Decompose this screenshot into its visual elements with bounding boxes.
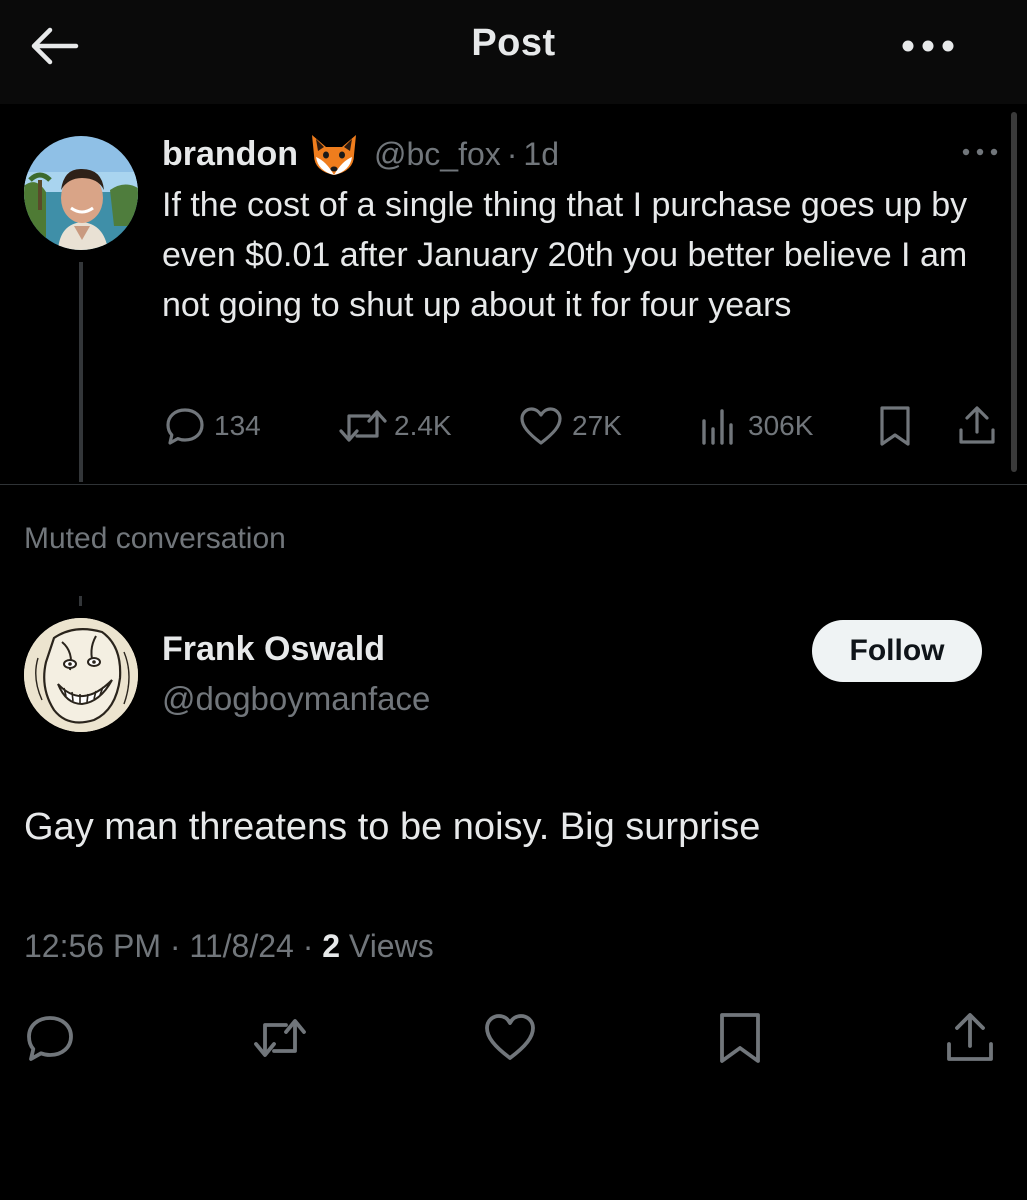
author-name[interactable]: brandon bbox=[162, 135, 298, 174]
share-button[interactable] bbox=[956, 400, 998, 452]
separator-dot: · bbox=[506, 135, 518, 172]
bookmark-icon bbox=[880, 406, 910, 446]
tweet-text: If the cost of a single thing that I pur… bbox=[162, 186, 968, 324]
tweet-actions bbox=[0, 1010, 1027, 1066]
like-button[interactable] bbox=[482, 1010, 538, 1066]
post-date[interactable]: 11/8/24 bbox=[189, 928, 293, 964]
thread-connector-line bbox=[79, 596, 82, 606]
share-icon bbox=[947, 1013, 993, 1061]
reply-icon bbox=[166, 408, 204, 445]
reply-button[interactable]: 134 bbox=[164, 400, 261, 452]
muted-conversation-label: Muted conversation bbox=[24, 522, 286, 555]
profile-photo-image bbox=[24, 136, 138, 250]
more-options-button[interactable] bbox=[896, 30, 960, 62]
author-handle[interactable]: @bc_fox bbox=[374, 136, 501, 173]
tweet-text: Gay man threatens to be noisy. Big surpr… bbox=[24, 806, 761, 848]
tweet-meta: 12:56 PM · 11/8/24 · 2 Views bbox=[24, 928, 434, 965]
more-horizontal-icon bbox=[902, 40, 954, 52]
repost-count: 2.4K bbox=[394, 410, 452, 441]
fox-face-icon bbox=[306, 131, 362, 177]
post-time[interactable]: 1d bbox=[523, 136, 559, 173]
tweet-actions: 134 2.4K 27K 306K bbox=[0, 400, 1027, 452]
bookmark-button[interactable] bbox=[714, 1010, 770, 1066]
reply-count: 134 bbox=[214, 410, 261, 441]
author-handle[interactable]: @dogboymanface bbox=[162, 680, 430, 718]
tweet-header: brandon @bc_fox · 1d bbox=[162, 130, 559, 178]
views-count: 2 bbox=[322, 928, 341, 964]
divider bbox=[0, 484, 1027, 485]
share-button[interactable] bbox=[942, 1010, 998, 1066]
repost-button[interactable] bbox=[250, 1010, 306, 1066]
avatar[interactable] bbox=[24, 618, 138, 732]
reply-button[interactable] bbox=[22, 1010, 78, 1066]
profile-drawing-image bbox=[24, 618, 138, 732]
page-title: Post bbox=[471, 22, 556, 64]
author-name[interactable]: Frank Oswald bbox=[162, 630, 385, 669]
like-count: 27K bbox=[572, 410, 622, 441]
views-count: 306K bbox=[748, 410, 814, 441]
separator-dot: · bbox=[169, 928, 181, 964]
share-icon bbox=[959, 406, 995, 444]
tweet-more-button[interactable] bbox=[958, 142, 1002, 162]
repost-button[interactable]: 2.4K bbox=[336, 400, 452, 452]
separator-dot: · bbox=[302, 928, 314, 964]
like-button[interactable]: 27K bbox=[518, 400, 622, 452]
heart-icon bbox=[485, 1014, 535, 1060]
avatar[interactable] bbox=[24, 136, 138, 250]
reply-icon bbox=[27, 1016, 73, 1061]
views-label: Views bbox=[348, 928, 434, 964]
views-button[interactable]: 306K bbox=[698, 400, 813, 452]
bookmark-button[interactable] bbox=[876, 400, 914, 452]
repost-icon bbox=[254, 1019, 306, 1057]
views-chart-icon bbox=[702, 409, 733, 445]
more-horizontal-icon bbox=[962, 148, 998, 156]
bookmark-icon bbox=[720, 1013, 760, 1063]
repost-icon bbox=[339, 410, 387, 442]
heart-icon bbox=[520, 407, 562, 445]
top-bar: Post bbox=[0, 0, 1027, 104]
follow-button[interactable]: Follow bbox=[812, 620, 982, 682]
post-time[interactable]: 12:56 PM bbox=[24, 928, 161, 964]
